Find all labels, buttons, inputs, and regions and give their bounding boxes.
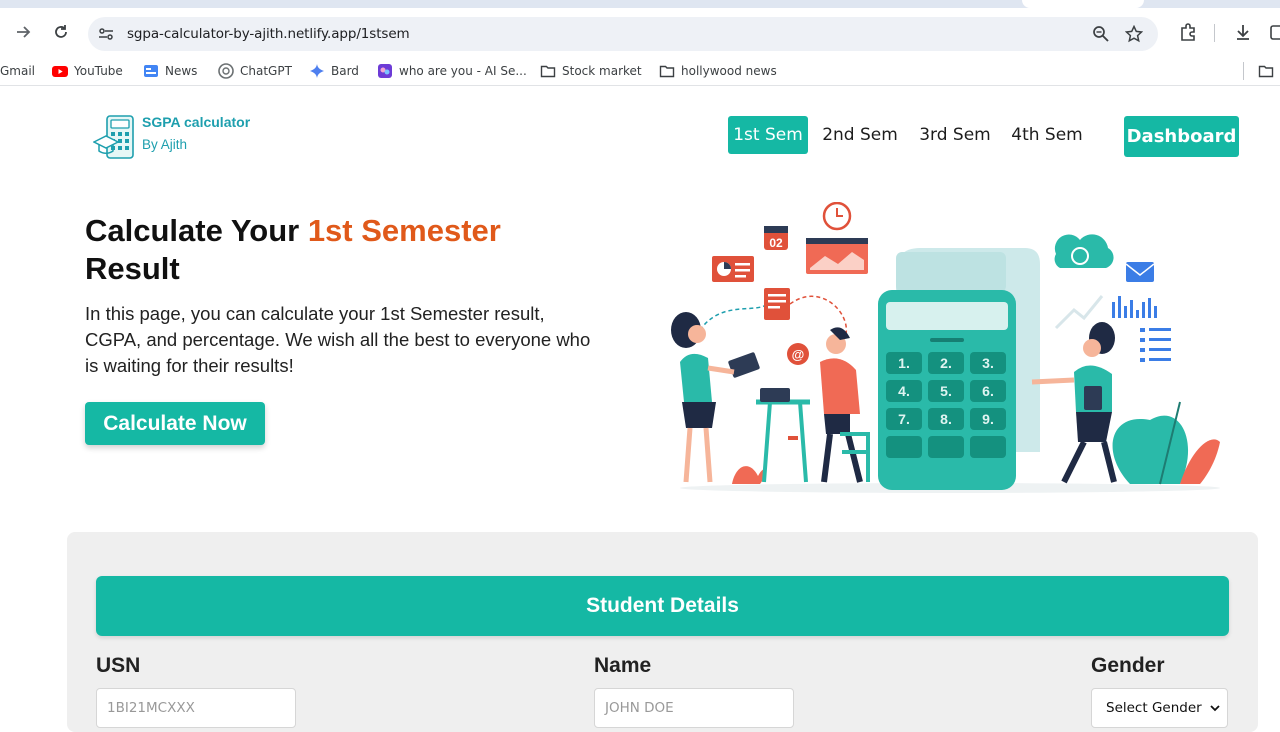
key-1: 1.	[898, 355, 910, 371]
bard-sparkle-icon	[310, 64, 324, 78]
address-bar[interactable]: sgpa-calculator-by-ajith.netlify.app/1st…	[88, 17, 1158, 51]
forward-icon[interactable]	[12, 20, 36, 44]
usn-label: USN	[96, 654, 141, 677]
bookmark-gmail[interactable]: Gmail	[0, 62, 35, 80]
calculate-now-button[interactable]: Calculate Now	[85, 402, 265, 445]
window-icon[interactable]	[1268, 22, 1280, 42]
bookmark-label: hollywood news	[681, 64, 777, 78]
gender-label: Gender	[1091, 654, 1165, 677]
bookmark-youtube[interactable]: YouTube	[52, 62, 123, 80]
nav-2nd-sem[interactable]: 2nd Sem	[818, 116, 902, 154]
bookmarks-bar: Gmail YouTube News ChatGPT Bard who are …	[0, 56, 1280, 86]
bookmark-label: ChatGPT	[240, 64, 292, 78]
key-7: 7.	[898, 411, 910, 427]
key-8: 8.	[940, 411, 952, 427]
ai-search-icon	[378, 64, 392, 78]
browser-toolbar: sgpa-calculator-by-ajith.netlify.app/1st…	[0, 8, 1280, 56]
folder-icon	[540, 65, 556, 78]
bookmarks-divider	[1243, 62, 1244, 80]
bookmark-label: YouTube	[74, 64, 123, 78]
brand-subtitle: By Ajith	[142, 137, 188, 152]
bookmark-chatgpt[interactable]: ChatGPT	[218, 62, 292, 80]
url-text[interactable]: sgpa-calculator-by-ajith.netlify.app/1st…	[127, 26, 410, 42]
name-label: Name	[594, 654, 652, 677]
key-5: 5.	[940, 383, 952, 399]
toolbar-divider	[1214, 24, 1215, 42]
active-tab[interactable]	[1022, 0, 1144, 8]
brand-title[interactable]: SGPA calculator	[142, 114, 250, 130]
bookmark-label: Gmail	[0, 64, 36, 78]
hero-description: In this page, you can calculate your 1st…	[85, 303, 591, 376]
student-details-header: Student Details	[96, 576, 1229, 636]
student-details-panel: Student Details USN 1BI21MCXXX Name JOHN…	[67, 532, 1258, 732]
calculator-illustration: 1. 2. 3. 4. 5. 6. 7. 8. 9. 02 @	[671, 202, 1220, 493]
folder-icon	[1258, 65, 1274, 78]
dashboard-button[interactable]: Dashboard	[1124, 116, 1239, 157]
download-icon[interactable]	[1233, 22, 1253, 42]
name-placeholder: JOHN DOE	[605, 700, 674, 716]
key-6: 6.	[982, 383, 994, 399]
bookmark-news[interactable]: News	[143, 62, 197, 80]
svg-text:@: @	[792, 347, 805, 362]
chatgpt-icon	[218, 63, 234, 79]
zoom-icon[interactable]	[1092, 25, 1110, 43]
bookmark-label: News	[165, 64, 198, 78]
chevron-down-icon	[1210, 705, 1220, 712]
page-content: SGPA calculator By Ajith 1st Sem 2nd Sem…	[0, 92, 1280, 732]
bookmark-bard[interactable]: Bard	[309, 62, 359, 80]
hero-title-prefix: Calculate Your	[85, 213, 308, 248]
reload-icon[interactable]	[49, 20, 73, 44]
tab-strip	[0, 0, 1280, 8]
hero-title: Calculate Your 1st Semester Result	[85, 212, 605, 288]
bookmark-ai-search[interactable]: who are you - AI Se...	[377, 62, 527, 80]
youtube-icon	[52, 66, 68, 77]
bookmark-folder-hollywood-news[interactable]: hollywood news	[659, 62, 777, 80]
nav-3rd-sem[interactable]: 3rd Sem	[914, 116, 996, 154]
gender-select[interactable]: Select Gender	[1091, 688, 1228, 728]
extensions-icon[interactable]	[1178, 22, 1198, 42]
bookmark-folder-other[interactable]	[1258, 62, 1280, 80]
hero-title-accent: 1st Semester	[307, 213, 501, 248]
bookmark-label: Bard	[331, 64, 359, 78]
key-4: 4.	[898, 383, 910, 399]
key-2: 2.	[940, 355, 952, 371]
bookmark-star-icon[interactable]	[1125, 25, 1143, 43]
calculator-logo-icon[interactable]	[93, 114, 139, 162]
usn-placeholder: 1BI21MCXXX	[107, 700, 195, 716]
site-settings-icon[interactable]	[97, 25, 115, 43]
key-3: 3.	[982, 355, 994, 371]
folder-icon	[659, 65, 675, 78]
bookmark-label: Stock market	[562, 64, 642, 78]
nav-1st-sem[interactable]: 1st Sem	[728, 116, 808, 154]
nav-4th-sem[interactable]: 4th Sem	[1006, 116, 1088, 154]
calendar-date: 02	[769, 236, 783, 250]
name-input[interactable]: JOHN DOE	[594, 688, 794, 728]
gender-select-value: Select Gender	[1106, 700, 1202, 716]
usn-input[interactable]: 1BI21MCXXX	[96, 688, 296, 728]
bookmark-label: who are you - AI Se...	[399, 64, 527, 78]
hero-title-suffix: Result	[85, 251, 180, 286]
bookmark-folder-stock-market[interactable]: Stock market	[540, 62, 642, 80]
news-icon	[144, 65, 158, 77]
key-9: 9.	[982, 411, 994, 427]
